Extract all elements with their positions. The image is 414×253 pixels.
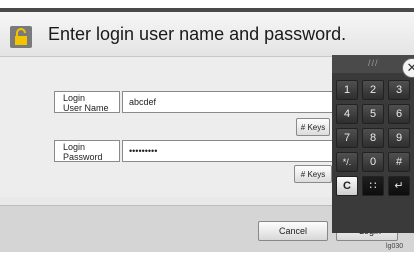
key-star-slash-dot[interactable]: */. xyxy=(336,152,358,172)
header: Enter login user name and password. xyxy=(0,12,414,57)
password-label-line2: Password xyxy=(63,152,103,162)
keypad-grip-mark: /// xyxy=(368,58,379,68)
key-1[interactable]: 1 xyxy=(336,80,358,100)
key-0[interactable]: 0 xyxy=(362,152,384,172)
username-label-line1: Login xyxy=(63,93,86,103)
key-8[interactable]: 8 xyxy=(362,128,384,148)
username-label-line2: User Name xyxy=(63,103,109,113)
key-2[interactable]: 2 xyxy=(362,80,384,100)
key-6[interactable]: 6 xyxy=(388,104,410,124)
key-5[interactable]: 5 xyxy=(362,104,384,124)
key-4[interactable]: 4 xyxy=(336,104,358,124)
password-field[interactable]: ••••••••• xyxy=(122,140,332,162)
key-hash[interactable]: # xyxy=(388,152,410,172)
key-9[interactable]: 9 xyxy=(388,128,410,148)
keypad-grid-icon[interactable]: ∷ xyxy=(362,176,384,196)
key-7[interactable]: 7 xyxy=(336,128,358,148)
username-label: Login User Name xyxy=(54,91,120,113)
username-field[interactable]: abcdef xyxy=(122,91,332,113)
password-label-line1: Login xyxy=(63,142,86,152)
password-keys-button[interactable]: # Keys xyxy=(294,165,332,183)
figure-caption: lg030 xyxy=(386,243,404,250)
key-clear[interactable]: C xyxy=(336,176,358,196)
numeric-keypad: /// ✕ 1 2 3 4 5 6 7 8 9 */. 0 # C ∷ ↵ xyxy=(332,55,414,233)
lock-icon xyxy=(10,26,32,48)
username-keys-button[interactable]: # Keys xyxy=(296,118,330,136)
enter-key-icon[interactable]: ↵ xyxy=(388,176,410,196)
password-label: Login Password xyxy=(54,140,120,162)
page-title: Enter login user name and password. xyxy=(48,24,347,44)
cancel-button[interactable]: Cancel xyxy=(258,221,328,241)
key-3[interactable]: 3 xyxy=(388,80,410,100)
keypad-close-icon[interactable]: ✕ xyxy=(402,58,414,78)
